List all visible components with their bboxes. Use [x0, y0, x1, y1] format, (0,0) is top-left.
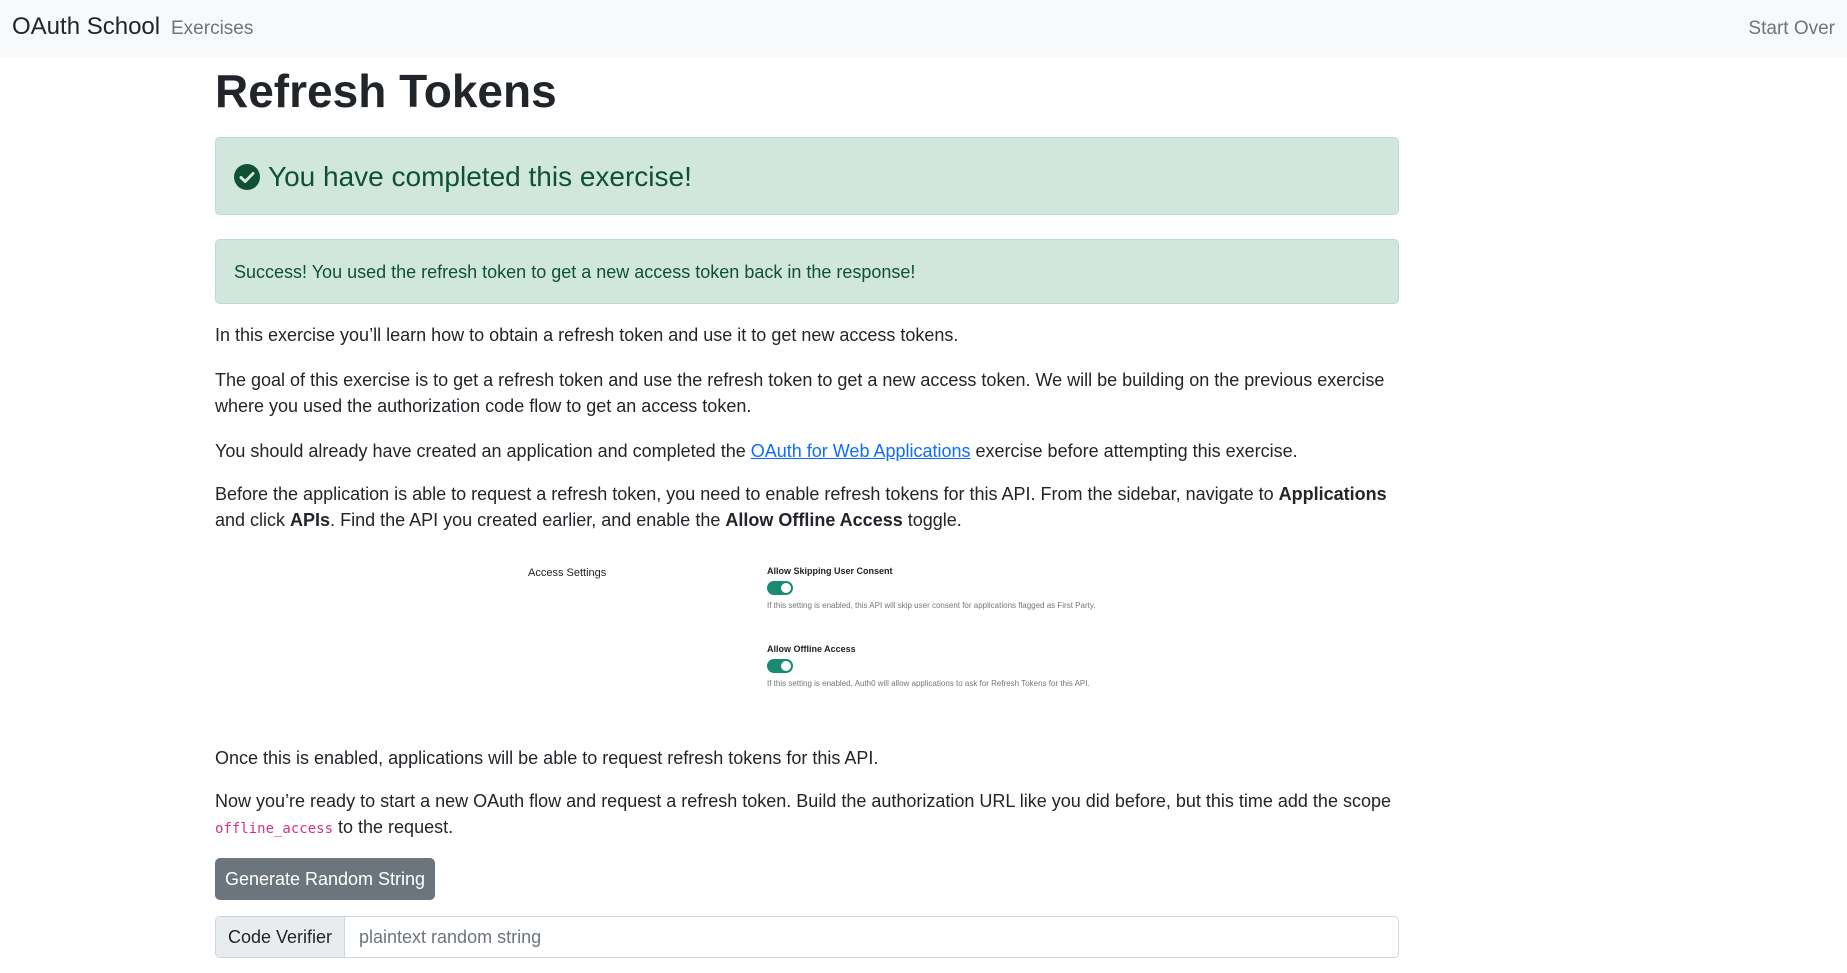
enable-paragraph: Before the application is able to reques… [215, 481, 1399, 533]
access-settings-title: Access Settings [528, 567, 607, 579]
start-over-link[interactable]: Start Over [1748, 17, 1835, 41]
nav-exercises-link[interactable]: Exercises [171, 17, 253, 41]
success-message: Success! You used the refresh token to g… [234, 262, 916, 282]
enable-text-3: . Find the API you created earlier, and … [330, 510, 726, 530]
brand-link[interactable]: OAuth School [12, 12, 160, 42]
goal-paragraph: The goal of this exercise is to get a re… [215, 370, 1385, 416]
offline-access-scope: offline_access [215, 821, 334, 837]
prereq-paragraph: You should already have created an appli… [215, 438, 1399, 464]
once-enabled-paragraph: Once this is enabled, applications will … [215, 748, 879, 768]
oauth-web-apps-link[interactable]: OAuth for Web Applications [751, 441, 971, 461]
offline-access-desc: If this setting is enabled, Auth0 will a… [767, 679, 1090, 688]
prereq-text-after: exercise before attempting this exercise… [970, 441, 1298, 461]
allow-offline-access-term: Allow Offline Access [725, 510, 903, 530]
skip-consent-desc: If this setting is enabled, this API wil… [767, 601, 1096, 610]
applications-term: Applications [1278, 484, 1387, 504]
enable-text-4: toggle. [902, 510, 962, 530]
skip-consent-toggle [767, 581, 793, 595]
enable-text-2: and click [215, 510, 291, 530]
page-title: Refresh Tokens [215, 65, 557, 117]
ready-text-1: Now you’re ready to start a new OAuth fl… [215, 791, 1391, 811]
code-verifier-input[interactable] [345, 917, 1398, 957]
code-verifier-label: Code Verifier [216, 917, 345, 957]
apis-term: APIs [290, 510, 331, 530]
intro-paragraph: In this exercise you’ll learn how to obt… [215, 325, 959, 345]
ready-text-2: to the request. [333, 817, 454, 837]
completed-alert: You have completed this exercise! [215, 137, 1399, 215]
access-settings-image: Access Settings Allow Skipping User Cons… [215, 557, 1399, 707]
offline-access-label: Allow Offline Access [767, 644, 856, 654]
prereq-text-before: You should already have created an appli… [215, 441, 751, 461]
enable-text-1: Before the application is able to reques… [215, 484, 1279, 504]
skip-consent-label: Allow Skipping User Consent [767, 566, 893, 576]
completed-message: You have completed this exercise! [268, 161, 692, 192]
success-alert: Success! You used the refresh token to g… [215, 239, 1399, 304]
generate-random-string-button[interactable]: Generate Random String [215, 858, 435, 900]
offline-access-toggle [767, 659, 793, 673]
check-circle-icon [234, 164, 260, 190]
ready-paragraph: Now you’re ready to start a new OAuth fl… [215, 788, 1399, 842]
code-verifier-group: Code Verifier [215, 916, 1399, 958]
navbar: OAuth School Exercises Start Over [0, 0, 1847, 57]
